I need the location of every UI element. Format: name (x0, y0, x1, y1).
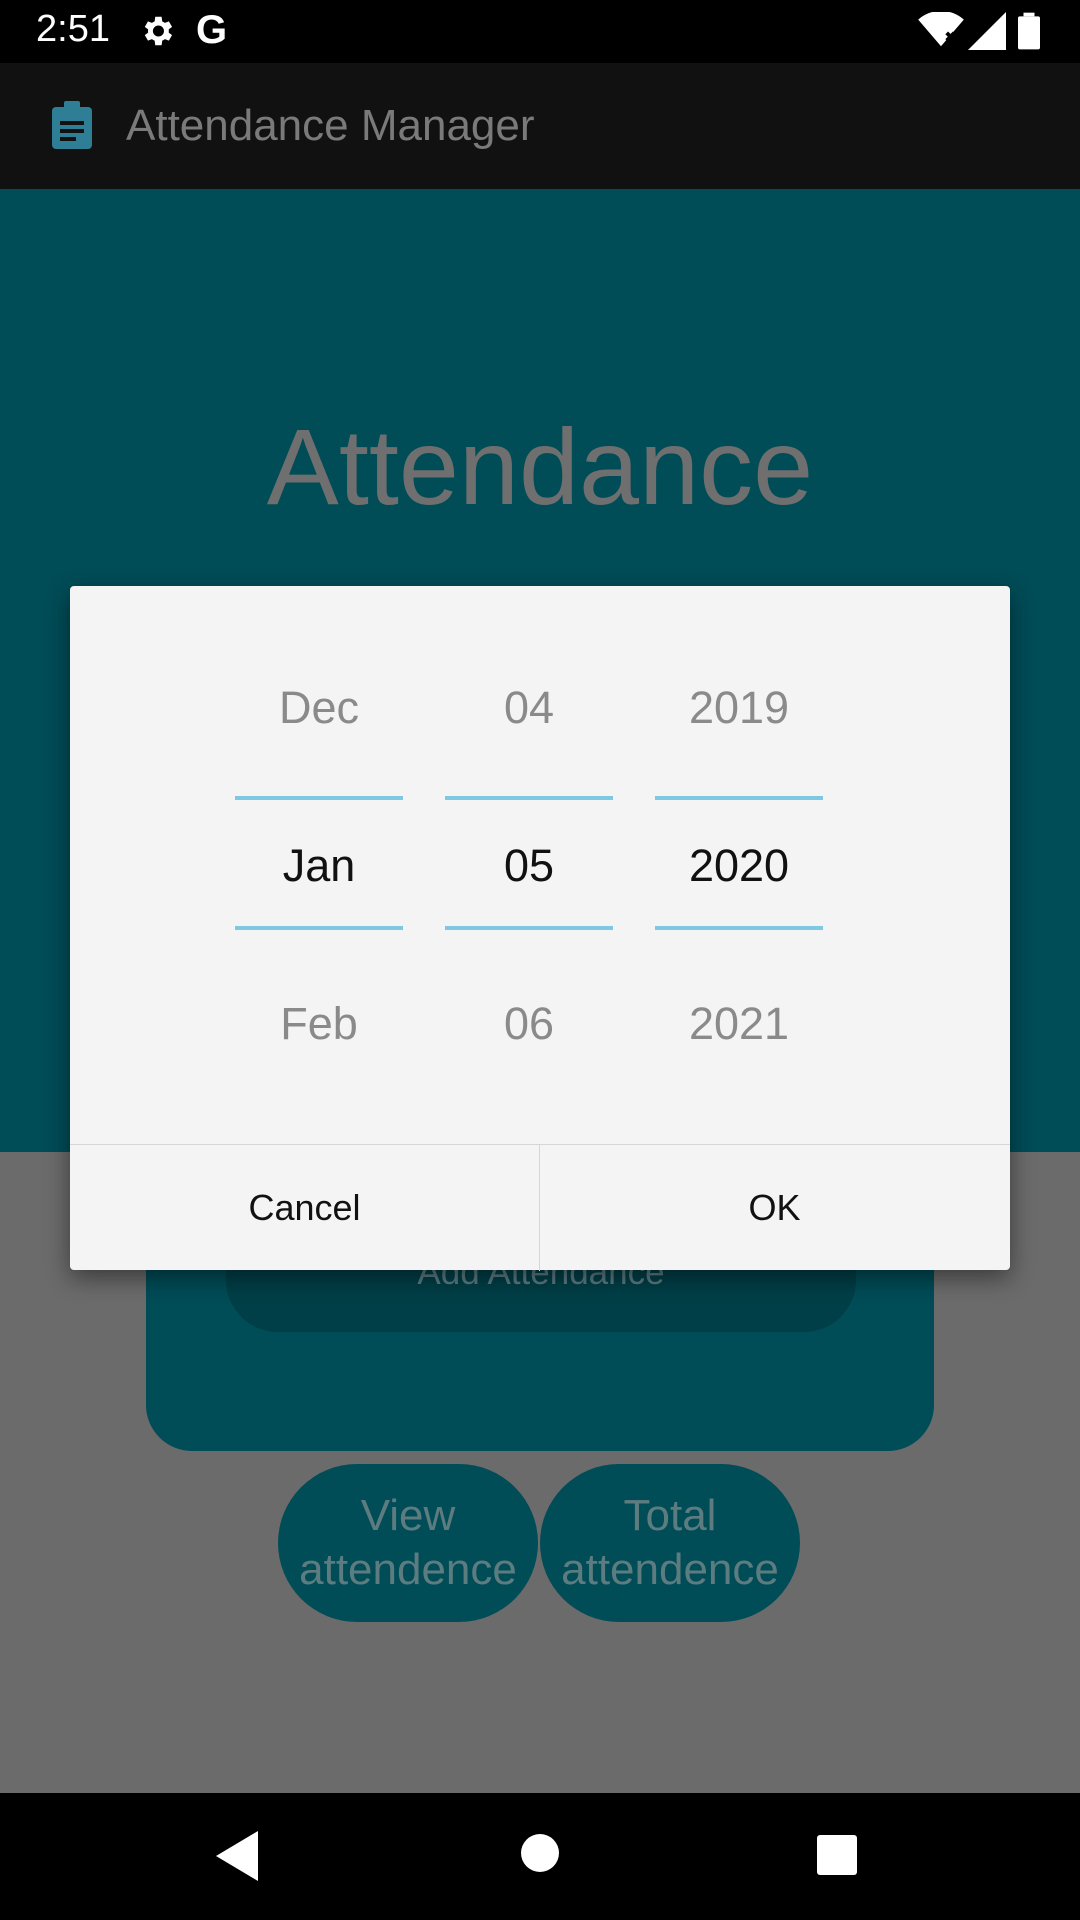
dialog-button-bar: Cancel OK (70, 1144, 1010, 1271)
day-divider-bottom (445, 926, 613, 930)
view-attendance-label: View attendence (299, 1491, 517, 1594)
google-icon: G (196, 8, 228, 52)
month-next[interactable]: Feb (235, 998, 403, 1050)
day-prev[interactable]: 04 (445, 682, 613, 734)
ok-button[interactable]: OK (540, 1145, 1009, 1271)
app-bar: Attendance Manager (0, 63, 1080, 189)
wifi-icon (918, 10, 964, 55)
day-selected[interactable]: 05 (445, 840, 613, 892)
month-picker[interactable]: Dec Jan Feb (235, 586, 403, 1146)
settings-icon (138, 12, 176, 55)
clipboard-icon (52, 101, 92, 149)
home-icon[interactable] (520, 1833, 560, 1878)
back-icon[interactable] (216, 1831, 258, 1886)
day-next[interactable]: 06 (445, 998, 613, 1050)
cancel-button[interactable]: Cancel (70, 1145, 539, 1271)
view-attendance-button[interactable]: View attendence (278, 1464, 538, 1622)
status-time: 2:51 (36, 8, 110, 50)
recents-icon[interactable] (817, 1835, 857, 1880)
month-divider-top (235, 796, 403, 800)
navigation-bar (0, 1793, 1080, 1920)
month-divider-bottom (235, 926, 403, 930)
battery-icon (1018, 12, 1040, 55)
year-picker[interactable]: 2019 2020 2021 (655, 586, 823, 1146)
page-title: Attendance (266, 406, 814, 527)
total-attendance-button[interactable]: Total attendence (540, 1464, 800, 1622)
year-prev[interactable]: 2019 (655, 682, 823, 734)
signal-icon (968, 12, 1006, 55)
date-picker-dialog: Dec Jan Feb 04 05 06 2019 2020 2021 Canc… (70, 586, 1010, 1271)
year-divider-top (655, 796, 823, 800)
month-selected[interactable]: Jan (235, 840, 403, 892)
year-next[interactable]: 2021 (655, 998, 823, 1050)
status-bar: 2:51 G (0, 0, 1080, 63)
year-selected[interactable]: 2020 (655, 840, 823, 892)
month-prev[interactable]: Dec (235, 682, 403, 734)
app-title: Attendance Manager (126, 101, 535, 150)
year-divider-bottom (655, 926, 823, 930)
total-attendance-label: Total attendence (561, 1491, 779, 1594)
day-divider-top (445, 796, 613, 800)
day-picker[interactable]: 04 05 06 (445, 586, 613, 1146)
